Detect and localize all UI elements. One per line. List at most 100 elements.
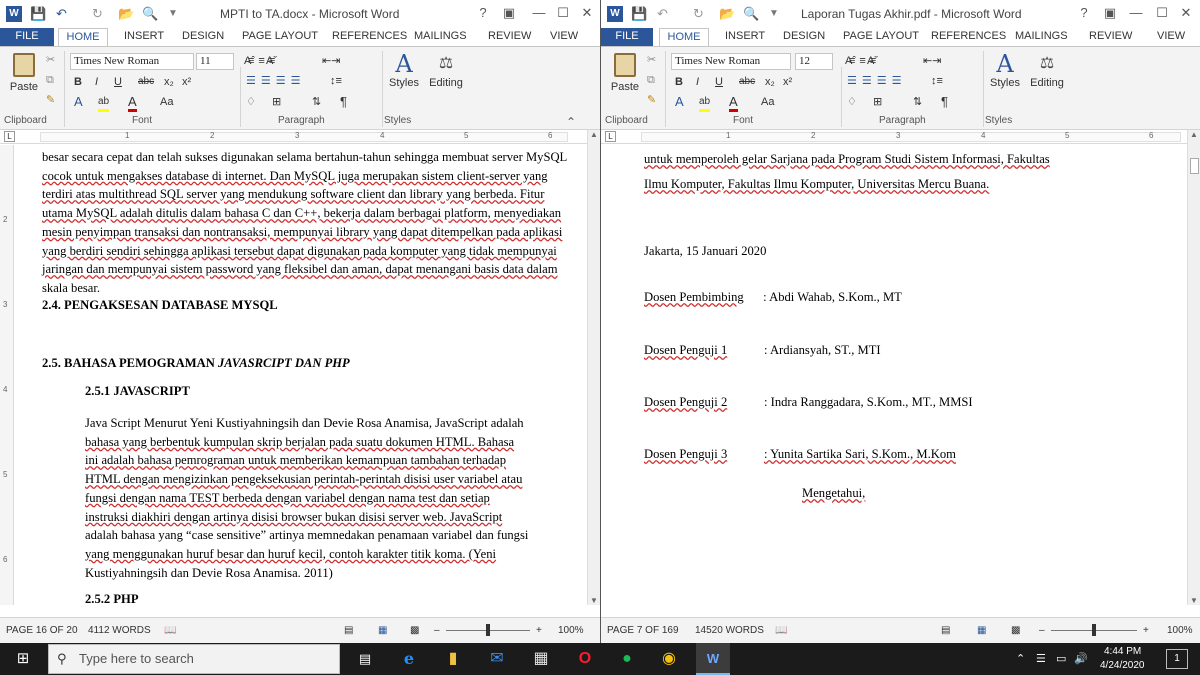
tab-design[interactable]: DESIGN xyxy=(783,28,825,46)
list-buttons-icon[interactable]: ≡≡≡ xyxy=(248,54,279,68)
superscript-icon[interactable]: x² xyxy=(182,75,191,89)
show-hidden-icons[interactable]: ⌃ xyxy=(1016,652,1025,665)
spotify-icon[interactable]: ● xyxy=(612,643,642,675)
open-folder-icon[interactable]: 📂 xyxy=(719,5,735,23)
store-icon[interactable]: ▦ xyxy=(526,643,556,675)
tab-page-layout[interactable]: PAGE LAYOUT xyxy=(843,28,919,46)
show-formatting-icon[interactable]: ¶ xyxy=(941,95,948,109)
document-page[interactable]: besar secara cepat dan telah sukses digu… xyxy=(15,145,587,605)
vertical-scrollbar[interactable]: ▲ ▼ xyxy=(1187,130,1200,605)
underline-icon[interactable]: U xyxy=(715,75,723,89)
change-case-icon[interactable]: Aa xyxy=(160,95,173,109)
help-icon[interactable]: ? xyxy=(472,5,494,20)
strikethrough-icon[interactable]: abc xyxy=(138,75,154,89)
tab-references[interactable]: REFERENCES xyxy=(332,28,407,46)
styles-button[interactable]: A Styles xyxy=(386,51,422,89)
format-painter-icon[interactable]: ✎ xyxy=(647,93,656,107)
font-name-box[interactable]: Times New Roman xyxy=(70,53,194,70)
close-icon[interactable]: ✕ xyxy=(1175,5,1197,21)
horizontal-ruler[interactable]: L 1 2 3 4 5 6 xyxy=(0,130,600,144)
network-icon[interactable]: ☰ xyxy=(1036,652,1046,665)
highlight-icon[interactable]: ab xyxy=(699,95,711,112)
zoom-level[interactable]: 100% xyxy=(558,625,584,636)
save-icon[interactable]: 💾 xyxy=(631,5,647,23)
italic-icon[interactable]: I xyxy=(696,75,699,89)
edge-icon[interactable]: e xyxy=(394,643,424,675)
taskbar-search-box[interactable]: ⚲ Type here to search xyxy=(48,644,340,674)
tab-review[interactable]: REVIEW xyxy=(488,28,531,46)
file-explorer-icon[interactable]: ▮ xyxy=(438,643,468,675)
editing-button[interactable]: ⚖ Editing xyxy=(1025,51,1069,89)
zoom-in-icon[interactable]: + xyxy=(536,625,542,636)
copy-icon[interactable]: ⧉ xyxy=(647,73,655,87)
align-buttons-icon[interactable]: ☰☰☰☰ xyxy=(847,74,906,88)
copy-icon[interactable]: ⧉ xyxy=(46,73,54,87)
word-logo-icon[interactable]: W xyxy=(607,6,623,22)
customize-qat-icon[interactable]: ▼ xyxy=(168,5,178,23)
indent-icon[interactable]: ⇤⇥ xyxy=(923,54,941,68)
tab-mailings[interactable]: MAILINGS xyxy=(414,28,467,46)
print-preview-icon[interactable]: 🔍 xyxy=(743,5,759,23)
undo-icon[interactable]: ↶ xyxy=(657,5,668,23)
read-mode-icon[interactable]: ▤ xyxy=(344,625,353,636)
notification-center-icon[interactable]: 1 xyxy=(1166,649,1188,669)
tab-stop-selector[interactable]: L xyxy=(4,131,15,142)
superscript-icon[interactable]: x² xyxy=(783,75,792,89)
italic-icon[interactable]: I xyxy=(95,75,98,89)
close-icon[interactable]: ✕ xyxy=(576,5,598,21)
redo-icon[interactable]: ↻ xyxy=(693,5,704,23)
borders-icon[interactable]: ⊞ xyxy=(272,95,281,109)
tab-design[interactable]: DESIGN xyxy=(182,28,224,46)
editing-button[interactable]: ⚖ Editing xyxy=(424,51,468,89)
show-formatting-icon[interactable]: ¶ xyxy=(340,95,347,109)
web-layout-icon[interactable]: ▩ xyxy=(1011,625,1020,636)
maximize-icon[interactable]: ☐ xyxy=(552,5,574,21)
horizontal-ruler[interactable]: L 1 2 3 4 5 6 xyxy=(601,130,1200,144)
tab-insert[interactable]: INSERT xyxy=(725,28,765,46)
print-layout-icon[interactable]: ▦ xyxy=(378,625,387,636)
page-count[interactable]: PAGE 7 OF 169 xyxy=(607,625,679,636)
tab-file[interactable]: FILE xyxy=(0,28,54,46)
volume-icon[interactable]: 🔊 xyxy=(1074,652,1088,665)
strikethrough-icon[interactable]: abc xyxy=(739,75,755,89)
zoom-level[interactable]: 100% xyxy=(1167,625,1193,636)
tab-stop-selector[interactable]: L xyxy=(605,131,616,142)
tab-page-layout[interactable]: PAGE LAYOUT xyxy=(242,28,318,46)
tab-review[interactable]: REVIEW xyxy=(1089,28,1132,46)
clock-date[interactable]: 4/24/2020 xyxy=(1100,660,1145,671)
paste-button[interactable]: Paste xyxy=(6,53,42,93)
minimize-icon[interactable]: — xyxy=(1125,5,1147,20)
cut-icon[interactable]: ✂ xyxy=(647,53,656,67)
tab-home[interactable]: HOME xyxy=(58,28,108,46)
text-effects-icon[interactable]: A xyxy=(74,95,83,109)
page-count[interactable]: PAGE 16 OF 20 xyxy=(6,625,78,636)
scroll-down-icon[interactable]: ▼ xyxy=(590,596,598,605)
redo-icon[interactable]: ↻ xyxy=(92,5,103,23)
line-spacing-icon[interactable]: ↕≡ xyxy=(931,74,943,88)
word-count[interactable]: 4112 WORDS xyxy=(88,625,151,636)
ribbon-display-icon[interactable]: ▣ xyxy=(498,5,520,21)
vertical-scrollbar[interactable]: ▲ ▼ xyxy=(587,130,600,605)
align-buttons-icon[interactable]: ☰☰☰☰ xyxy=(246,74,305,88)
font-color-icon[interactable]: A xyxy=(128,95,137,112)
paste-button[interactable]: Paste xyxy=(607,53,643,93)
text-effects-icon[interactable]: A xyxy=(675,95,684,109)
collapse-ribbon-icon[interactable]: ⌃ xyxy=(566,115,576,129)
cut-icon[interactable]: ✂ xyxy=(46,53,55,67)
styles-button[interactable]: A Styles xyxy=(987,51,1023,89)
proofing-icon[interactable]: 📖 xyxy=(775,625,787,636)
shading-icon[interactable]: ♢ xyxy=(847,95,857,109)
sort-icon[interactable]: ⇅ xyxy=(913,95,922,109)
sort-icon[interactable]: ⇅ xyxy=(312,95,321,109)
read-mode-icon[interactable]: ▤ xyxy=(941,625,950,636)
scroll-up-icon[interactable]: ▲ xyxy=(1190,130,1198,139)
change-case-icon[interactable]: Aa xyxy=(761,95,774,109)
open-folder-icon[interactable]: 📂 xyxy=(118,5,134,23)
opera-icon[interactable]: O xyxy=(570,643,600,675)
tab-view[interactable]: VIEW xyxy=(1157,28,1185,46)
subscript-icon[interactable]: x₂ xyxy=(765,75,775,89)
shading-icon[interactable]: ♢ xyxy=(246,95,256,109)
document-page[interactable]: untuk memperoleh gelar Sarjana pada Prog… xyxy=(616,145,1187,605)
mail-icon[interactable]: ✉ xyxy=(482,643,512,675)
tab-mailings[interactable]: MAILINGS xyxy=(1015,28,1068,46)
